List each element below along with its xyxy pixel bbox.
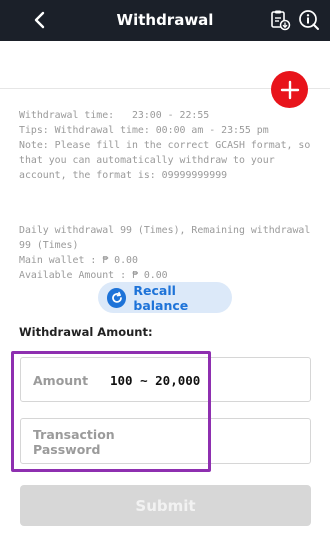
plus-icon: [280, 80, 299, 99]
note-text: Note: Please fill in the correct GCASH f…: [19, 140, 311, 181]
app-header: Withdrawal: [0, 0, 330, 41]
password-placeholder: Transaction Password: [33, 427, 115, 457]
records-button[interactable]: [267, 7, 293, 33]
recall-balance-button[interactable]: Recall balance: [98, 282, 232, 313]
amount-placeholder: Amount: [33, 373, 89, 388]
recall-balance-label: Recall balance: [133, 282, 189, 313]
help-button[interactable]: [296, 7, 322, 33]
withdrawal-amount-label: Withdrawal Amount:: [19, 325, 153, 339]
withdrawal-info: Withdrawal time: 23:00 - 22:55 Tips: Wit…: [19, 108, 319, 283]
clipboard-download-icon: [271, 10, 291, 31]
main-wallet-text: Main wallet : ₱ 0.00: [19, 255, 138, 266]
add-account-button[interactable]: [271, 71, 308, 108]
available-amount-text: Available Amount : ₱ 0.00: [19, 270, 168, 281]
amount-range: 100 ~ 20,000: [110, 373, 201, 388]
amount-input[interactable]: Amount 100 ~ 20,000: [20, 357, 311, 402]
refresh-icon: [107, 287, 127, 308]
tips-text: Tips: Withdrawal time: 00:00 am - 23:55 …: [19, 125, 269, 136]
info-search-icon: [299, 10, 319, 30]
withdrawal-time-text: Withdrawal time: 23:00 - 22:55: [19, 110, 210, 121]
transaction-password-input[interactable]: Transaction Password: [20, 418, 311, 464]
daily-withdrawal-text: Daily withdrawal 99 (Times), Remaining w…: [19, 225, 311, 251]
submit-button[interactable]: Submit: [20, 485, 311, 526]
